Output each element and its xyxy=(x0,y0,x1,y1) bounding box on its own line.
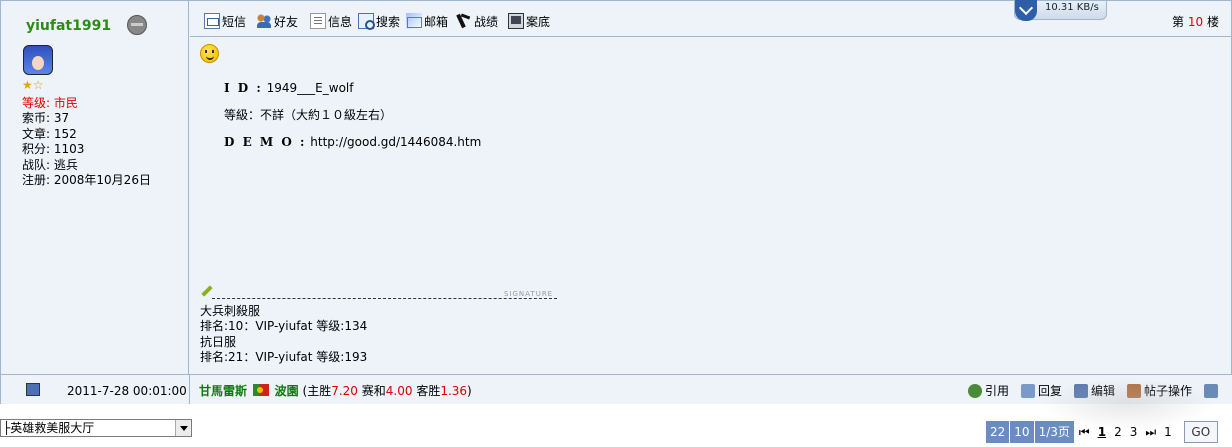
star-outline-icon: ☆ xyxy=(32,78,44,92)
post-demo-line: D E M O : http://good.gd/1446084.htm xyxy=(224,135,482,149)
smiley-icon xyxy=(200,44,219,63)
pencil-icon xyxy=(201,285,213,297)
match-info: 甘馬雷斯 波園 (主胜7.20 赛和4.00 客胜1.36) xyxy=(199,384,472,398)
message-icon xyxy=(204,13,220,29)
user-sidebar: yiufat1991 ★☆ 等级: 市民 索币: 37 文章: 152 积分: … xyxy=(1,1,189,374)
friends-icon xyxy=(256,13,272,29)
sms-button[interactable]: 短信 xyxy=(204,12,246,30)
pagination: 22 10 1/3页 ⏮ 1 2 3 ⏭ 1 GO xyxy=(986,421,1218,443)
mailbox-button[interactable]: 邮箱 xyxy=(406,12,448,30)
arrow-up-icon xyxy=(1204,383,1218,398)
post-content-area: 短信 好友 信息 搜索 邮箱 战绩 案底 10.31 KB/s 第 10 楼 I… xyxy=(190,0,1231,374)
quote-button[interactable]: 引用 xyxy=(967,382,1009,399)
monitor-icon xyxy=(508,13,524,29)
post-time: 2011-7-28 00:01:00 xyxy=(67,384,187,398)
last-page-icon[interactable]: ⏭ xyxy=(1145,425,1156,440)
floor-number: 第 10 楼 xyxy=(1172,15,1219,29)
star-icon: ★ xyxy=(22,78,33,92)
demo-link[interactable]: http://good.gd/1446084.htm xyxy=(310,135,481,149)
flag-icon xyxy=(252,384,269,396)
first-page-icon[interactable]: ⏮ xyxy=(1079,425,1090,440)
signature-line: 抗日服 xyxy=(200,334,237,349)
pager-page-count: 1/3页 xyxy=(1034,421,1074,443)
quote-icon xyxy=(967,383,982,398)
post-container: yiufat1991 ★☆ 等级: 市民 索币: 37 文章: 152 积分: … xyxy=(0,0,1232,405)
edit-icon xyxy=(1073,383,1088,398)
signature-line: 大兵刺殺服 xyxy=(200,304,261,318)
post-actions: 引用 回复 编辑 帖子操作 xyxy=(967,382,1221,399)
signature-divider xyxy=(212,298,557,299)
post-level-line: 等級：不詳（大約１０級左右） xyxy=(224,108,393,122)
forum-jump-select[interactable]: ├英雄救美服大厅 xyxy=(0,419,192,437)
signature-line: 排名:21：VIP-yiufat 等级:193 xyxy=(200,350,368,365)
soldier-icon xyxy=(456,13,472,29)
signature-line: 排名:10：VIP-yiufat 等级:134 xyxy=(200,319,368,334)
stat-level: 等级: 市民 xyxy=(22,96,78,110)
post-id-line: I D : 1949___E_wolf xyxy=(224,81,354,95)
stat-points: 积分: 1103 xyxy=(22,142,85,157)
post-ops-button[interactable]: 帖子操作 xyxy=(1126,382,1192,399)
post-toolbar: 短信 好友 信息 搜索 邮箱 战绩 案底 10.31 KB/s 第 10 楼 xyxy=(190,0,1231,37)
tools-icon xyxy=(1126,383,1141,398)
post-footer: 2011-7-28 00:01:00 甘馬雷斯 波園 (主胜7.20 赛和4.0… xyxy=(1,374,1232,405)
post-body: I D : 1949___E_wolf 等級：不詳（大約１０級左右） D E M… xyxy=(224,75,481,156)
page-link[interactable]: 3 xyxy=(1130,425,1138,439)
stat-coins: 索币: 37 xyxy=(22,111,70,126)
page-link[interactable]: 1 xyxy=(1098,425,1106,439)
reply-button[interactable]: 回复 xyxy=(1020,382,1062,399)
chevron-down-icon[interactable] xyxy=(175,420,191,436)
stat-team: 战队: 逃兵 xyxy=(22,157,78,172)
info-button[interactable]: 信息 xyxy=(310,12,352,30)
search-button[interactable]: 搜索 xyxy=(358,12,400,30)
network-speed-widget: 10.31 KB/s xyxy=(1014,0,1107,21)
search-icon xyxy=(358,13,375,30)
edit-button[interactable]: 编辑 xyxy=(1073,382,1115,399)
team-home[interactable]: 甘馬雷斯 xyxy=(199,384,247,398)
friend-button[interactable]: 好友 xyxy=(256,12,298,30)
network-speed: 10.31 KB/s xyxy=(1045,2,1099,13)
back-to-top-button[interactable] xyxy=(1204,382,1221,399)
download-arrow-icon xyxy=(1015,0,1037,21)
offline-status-icon xyxy=(127,15,147,35)
record-button[interactable]: 战绩 xyxy=(456,12,498,30)
stat-posts: 文章: 152 xyxy=(22,126,77,141)
username-link[interactable]: yiufat1991 xyxy=(26,18,111,34)
rank-stars: ★☆ xyxy=(22,78,44,92)
reply-icon xyxy=(1020,383,1035,398)
signature: 大兵刺殺服 排名:10：VIP-yiufat 等级:134 抗日服 排名:21：… xyxy=(200,304,367,366)
page-jump-input[interactable]: 1 xyxy=(1164,425,1172,439)
pager-per-page: 10 xyxy=(1010,421,1034,443)
footer-divider xyxy=(189,375,190,405)
page-link[interactable]: 2 xyxy=(1114,425,1122,439)
team-away[interactable]: 波園 xyxy=(275,384,299,398)
mail-icon xyxy=(406,13,422,29)
computer-icon xyxy=(26,383,40,396)
user-stats: 等级: 市民 索币: 37 文章: 152 积分: 1103 战队: 逃兵 注册… xyxy=(22,96,151,188)
document-icon xyxy=(310,13,326,29)
go-button[interactable]: GO xyxy=(1183,421,1218,443)
pager-total: 22 xyxy=(986,421,1010,443)
history-button[interactable]: 案底 xyxy=(508,12,550,30)
avatar[interactable] xyxy=(23,45,53,75)
signature-label: SIGNATURE xyxy=(504,290,554,298)
stat-registered: 注册: 2008年10月26日 xyxy=(22,173,151,188)
